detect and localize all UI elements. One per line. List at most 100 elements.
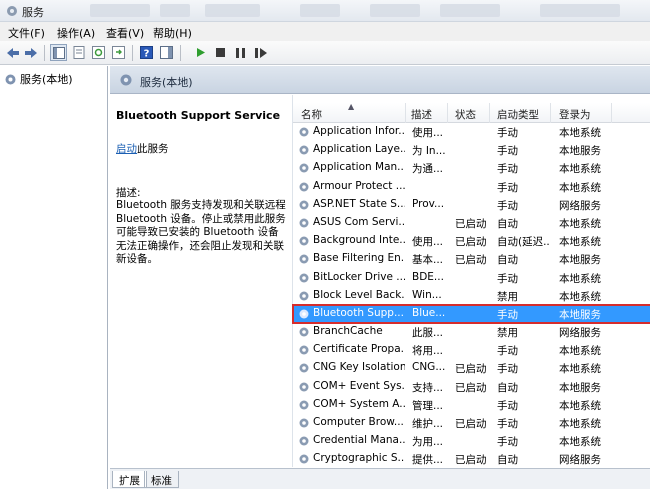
services-gear-icon	[5, 74, 16, 84]
start-service-action: 启动此服务	[116, 141, 169, 156]
table-row[interactable]: Credential Mana... 为用... 手动 本地系统	[293, 432, 650, 450]
service-name-cell: BranchCache	[313, 325, 383, 338]
stop-service-button[interactable]	[212, 44, 229, 61]
forward-button[interactable]	[22, 44, 39, 61]
table-row[interactable]: Block Level Back... Win... 禁用 本地系统	[293, 287, 650, 305]
service-logon-cell: 本地系统	[559, 399, 601, 412]
service-name-cell: ASP.NET State S...	[313, 197, 405, 210]
table-row[interactable]: ASP.NET State S... Prov... 手动 网络服务	[293, 196, 650, 214]
table-row[interactable]: Certificate Propa... 将用... 手动 本地系统	[293, 341, 650, 359]
service-description-cell: 使用...	[412, 127, 444, 139]
service-gear-icon	[299, 327, 309, 337]
service-gear-icon	[299, 218, 309, 228]
description-label: 描述:	[116, 187, 141, 199]
table-row[interactable]: Background Inte... 使用... 已启动 自动(延迟... 本地系统	[293, 232, 650, 250]
menu-view[interactable]: 查看(V)	[106, 25, 144, 41]
table-row[interactable]: Application Laye... 为 In... 手动 本地服务	[293, 141, 650, 159]
table-row[interactable]: COM+ Event Sys... 支持... 已启动 自动 本地服务	[293, 378, 650, 396]
start-service-suffix: 此服务	[137, 143, 169, 155]
service-startup-type-cell: 手动	[497, 127, 518, 139]
service-name-cell: Cryptographic S...	[313, 452, 405, 465]
service-name-cell: Application Laye...	[313, 143, 405, 156]
refresh-icon	[92, 46, 105, 59]
column-header-startup-type[interactable]: 启动类型	[497, 107, 539, 122]
menu-help[interactable]: 帮助(H)	[153, 25, 192, 41]
service-name-cell: Block Level Back...	[313, 288, 405, 301]
table-row[interactable]: Armour Protect ... 手动 本地系统	[293, 178, 650, 196]
pause-service-button[interactable]	[232, 44, 249, 61]
service-gear-icon	[299, 145, 309, 155]
service-startup-type-cell: 手动	[497, 418, 518, 430]
service-logon-cell: 本地系统	[559, 181, 601, 194]
column-header-logon-as[interactable]: 登录为	[559, 107, 591, 122]
column-divider[interactable]	[489, 103, 490, 123]
help-button[interactable]: ?	[138, 44, 155, 61]
start-service-link[interactable]: 启动	[116, 143, 137, 155]
service-gear-icon	[299, 182, 309, 192]
service-startup-type-cell: 手动	[497, 436, 518, 449]
service-name-cell: Background Inte...	[313, 234, 405, 247]
menu-file[interactable]: 文件(F)	[8, 25, 45, 41]
refresh-button[interactable]	[90, 44, 107, 61]
menu-bar: 文件(F) 操作(A) 查看(V) 帮助(H)	[0, 22, 650, 41]
table-row[interactable]: Computer Brow... 维护... 已启动 手动 本地系统	[293, 414, 650, 432]
menu-action[interactable]: 操作(A)	[57, 25, 95, 41]
table-row[interactable]: ASUS Com Servi... 已启动 自动 本地系统	[293, 214, 650, 232]
service-name-cell: COM+ Event Sys...	[313, 379, 405, 392]
console-tree: 服务(本地)	[0, 66, 108, 489]
show-action-pane-button[interactable]	[158, 44, 175, 61]
column-header-name[interactable]: 名称	[301, 107, 322, 122]
tab-extended[interactable]: 扩展	[112, 471, 147, 488]
service-description-cell: 基本...	[412, 254, 444, 267]
services-gear-icon	[7, 6, 17, 16]
table-row-selected[interactable]: Bluetooth Supp... Blue... 手动 本地服务	[292, 303, 650, 325]
stop-icon	[216, 48, 225, 57]
table-row[interactable]: BitLocker Drive ... BDE... 手动 本地系统	[293, 269, 650, 287]
restart-service-button[interactable]	[252, 44, 269, 61]
service-description-cell: BDE...	[412, 270, 444, 283]
column-header-description[interactable]: 描述	[411, 107, 432, 122]
service-description-cell: 为通...	[412, 163, 444, 176]
tree-item-services-local[interactable]: 服务(本地)	[4, 71, 73, 87]
blurred-tab	[160, 4, 190, 17]
start-service-button[interactable]	[192, 44, 209, 61]
panel-title: 服务(本地)	[140, 76, 193, 89]
service-startup-type-cell: 手动	[497, 181, 518, 194]
table-row[interactable]: Base Filtering En... 基本... 已启动 自动 本地服务	[293, 250, 650, 268]
service-gear-icon	[299, 382, 309, 392]
service-name-cell: Certificate Propa...	[313, 343, 405, 356]
table-row[interactable]: BranchCache 此服... 禁用 网络服务	[293, 323, 650, 341]
properties-button[interactable]	[70, 44, 87, 61]
service-startup-type-cell: 手动	[497, 163, 518, 176]
export-list-button[interactable]	[110, 44, 127, 61]
table-row[interactable]: CNG Key Isolation CNG... 已启动 手动 本地系统	[293, 359, 650, 377]
service-logon-cell: 本地系统	[559, 436, 601, 449]
service-status-cell: 已启动	[455, 236, 487, 249]
column-divider[interactable]	[405, 103, 406, 123]
table-row[interactable]: Application Infor... 使用... 手动 本地系统	[293, 123, 650, 141]
table-row[interactable]: Application Man... 为通... 手动 本地系统	[293, 159, 650, 177]
window-title: 服务	[22, 6, 44, 19]
table-row[interactable]: Cryptographic S... 提供... 已启动 自动 网络服务	[293, 450, 650, 468]
service-gear-icon	[299, 363, 309, 373]
column-divider[interactable]	[611, 103, 612, 123]
show-hide-console-tree-button[interactable]	[50, 44, 67, 61]
service-rows: Application Infor... 使用... 手动 本地系统 Applicati…	[292, 123, 650, 469]
column-header-status[interactable]: 状态	[455, 107, 476, 122]
tab-standard[interactable]: 标准	[144, 471, 179, 488]
service-status-cell: 已启动	[455, 454, 487, 467]
service-name-cell: Armour Protect ...	[313, 179, 405, 192]
service-gear-icon	[299, 127, 309, 137]
blurred-tab	[370, 4, 420, 17]
table-row[interactable]: COM+ System A... 管理... 手动 本地系统	[293, 396, 650, 414]
blurred-tab	[90, 4, 150, 17]
service-description-cell: Blue...	[412, 306, 446, 319]
back-button[interactable]	[4, 44, 21, 61]
service-logon-cell: 本地系统	[559, 127, 601, 139]
service-gear-icon	[299, 400, 309, 410]
toolbar: ?	[0, 41, 650, 65]
column-divider[interactable]	[447, 103, 448, 123]
properties-sheet-icon	[73, 46, 84, 59]
column-divider[interactable]	[550, 103, 551, 123]
service-status-cell: 已启动	[455, 418, 487, 430]
